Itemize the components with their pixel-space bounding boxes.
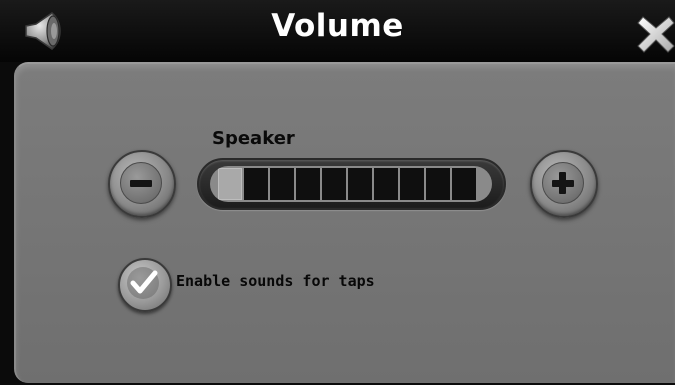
title-bar: Volume xyxy=(0,0,675,62)
close-icon[interactable] xyxy=(637,15,675,53)
speaker-label: Speaker xyxy=(212,128,295,149)
volume-panel xyxy=(14,62,675,383)
volume-down-button[interactable] xyxy=(108,150,176,218)
volume-segment-empty[interactable] xyxy=(322,168,346,200)
volume-segment-empty[interactable] xyxy=(426,168,450,200)
volume-up-button[interactable] xyxy=(530,150,598,218)
volume-segment-empty[interactable] xyxy=(244,168,268,200)
plus-icon xyxy=(542,162,584,204)
window-title: Volume xyxy=(271,8,404,44)
volume-segment-empty[interactable] xyxy=(400,168,424,200)
volume-segment-empty[interactable] xyxy=(296,168,320,200)
volume-slider[interactable] xyxy=(197,158,506,210)
minus-icon xyxy=(120,162,162,204)
volume-segment-empty[interactable] xyxy=(374,168,398,200)
volume-segment-filled[interactable] xyxy=(218,168,242,200)
tap-sounds-checkbox[interactable] xyxy=(118,258,172,312)
volume-segment-empty[interactable] xyxy=(452,168,476,200)
volume-segment-empty[interactable] xyxy=(270,168,294,200)
volume-segment-empty[interactable] xyxy=(348,168,372,200)
volume-segments xyxy=(218,168,476,200)
tap-sounds-label: Enable sounds for taps xyxy=(176,272,375,290)
checkmark-icon xyxy=(127,267,159,299)
volume-dialog: Volume Speaker Enable sounds for taps xyxy=(0,0,675,385)
